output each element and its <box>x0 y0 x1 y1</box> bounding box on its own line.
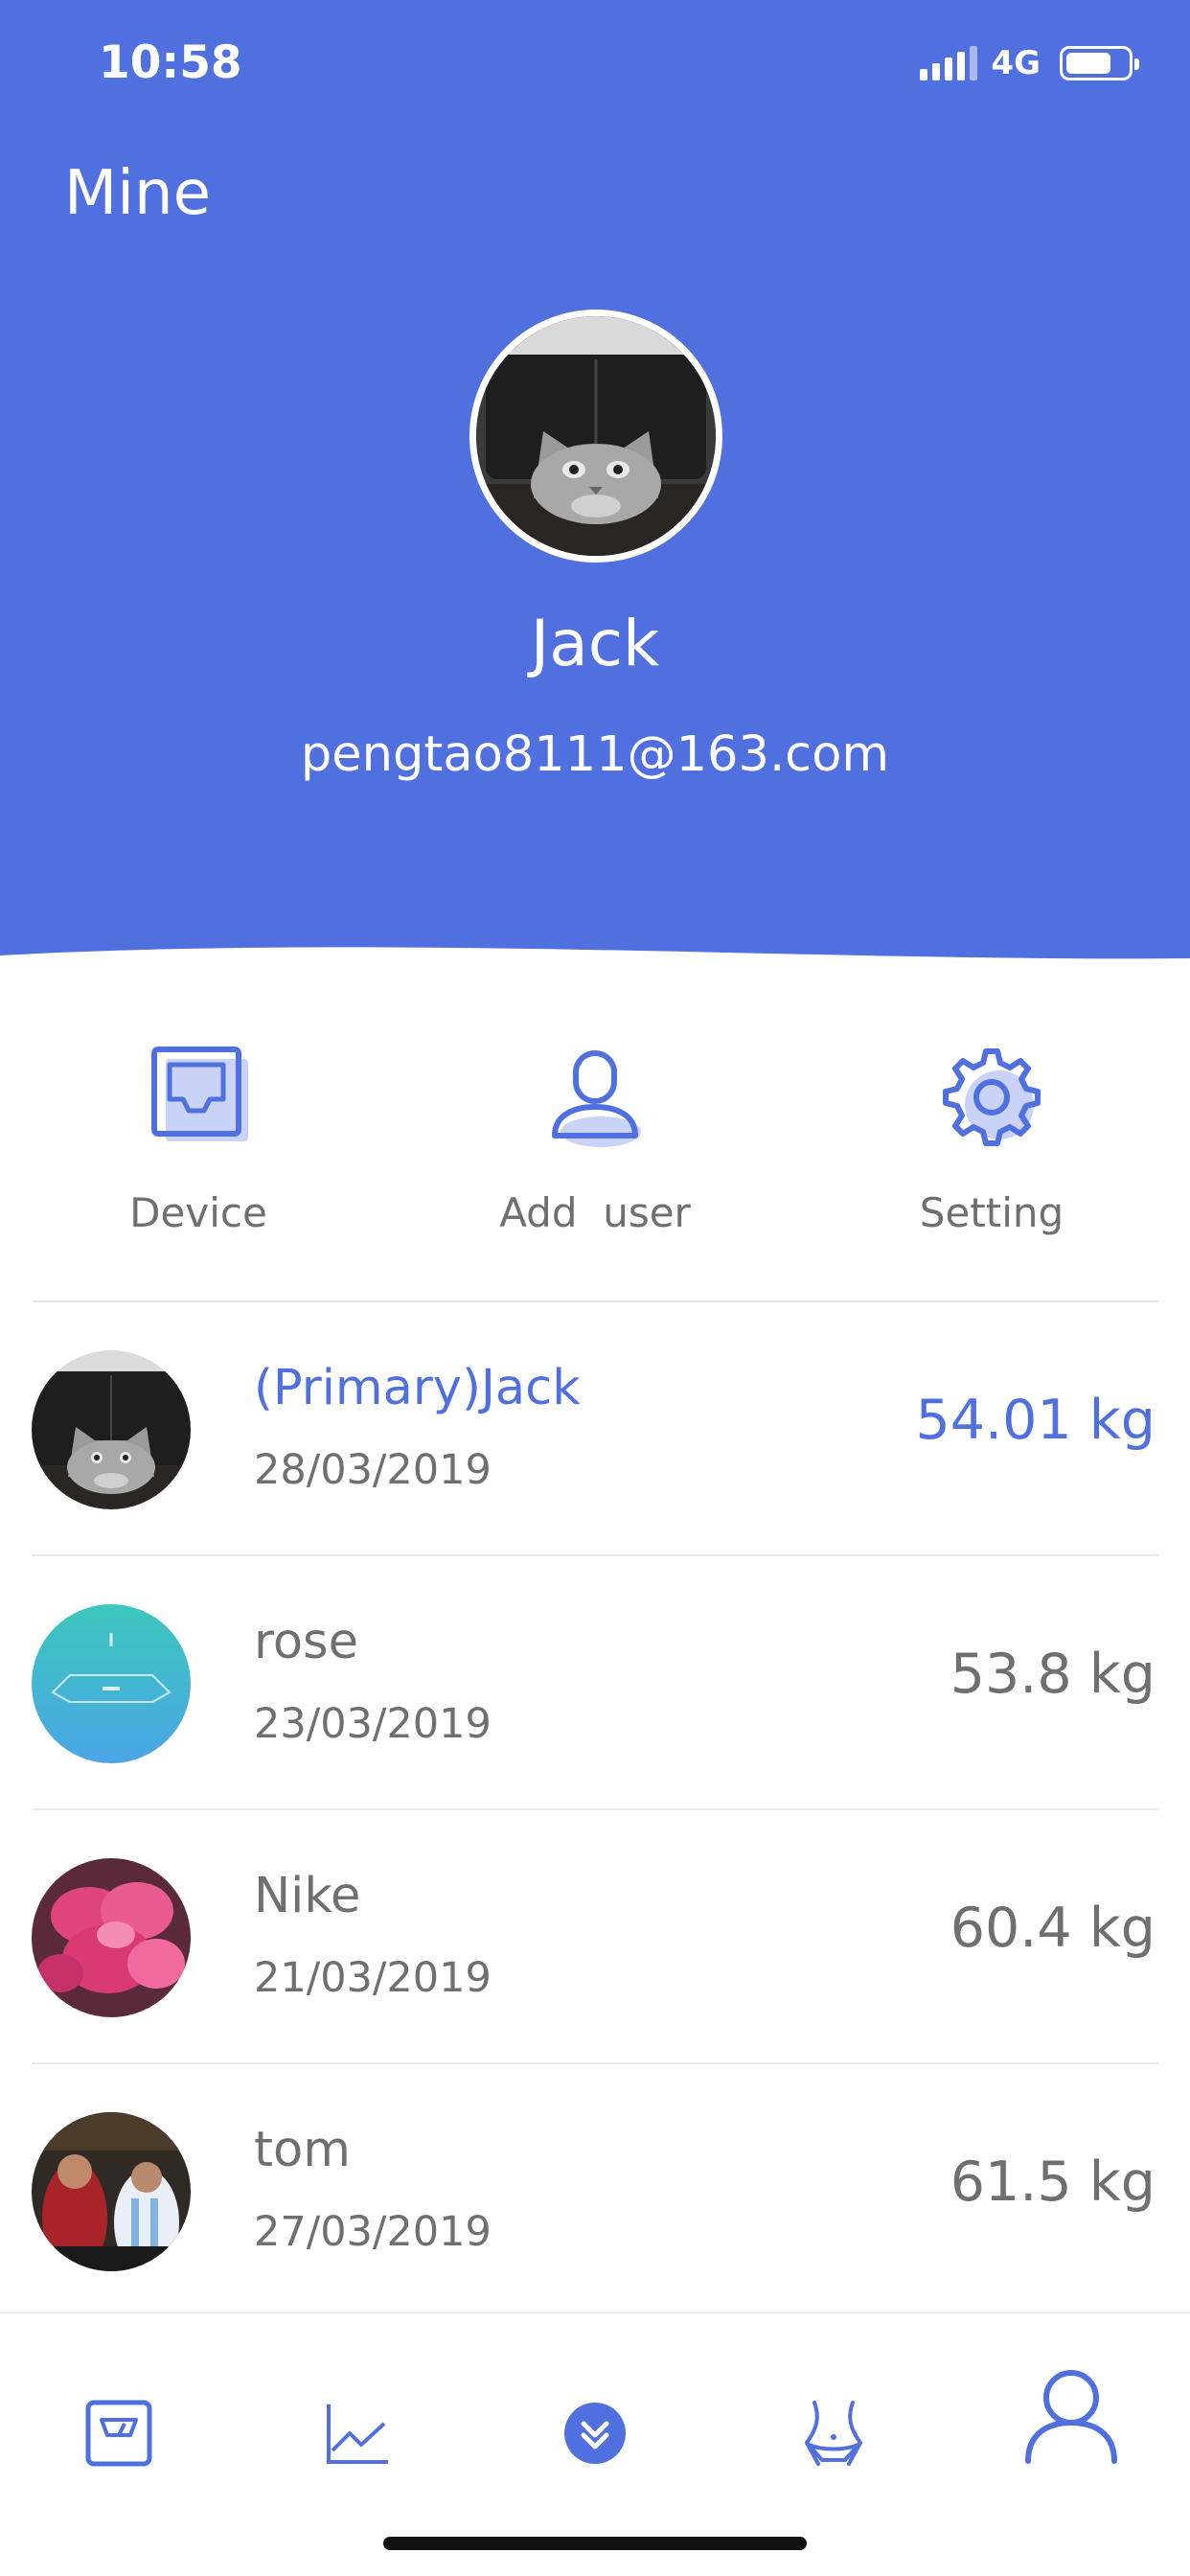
football-photo-icon <box>32 2112 191 2271</box>
status-indicators: 4G <box>920 44 1139 82</box>
avatar <box>32 2112 191 2271</box>
status-time: 10:58 <box>99 36 242 89</box>
user-row[interactable]: (Primary)Jack 28/03/2019 54.01 kg <box>0 1302 1190 1556</box>
user-weight: 53.8 kg <box>950 1643 1156 1706</box>
gear-icon <box>943 1048 1041 1146</box>
avatar <box>32 1350 191 1509</box>
profile-icon <box>1025 2370 1117 2464</box>
device-button[interactable]: Device <box>0 1040 397 1236</box>
user-weight: 60.4 kg <box>950 1897 1156 1960</box>
user-date: 21/03/2019 <box>254 1954 492 2002</box>
user-name: Nike <box>254 1868 361 1924</box>
profile-name: Jack <box>530 607 660 680</box>
home-indicator[interactable] <box>383 2537 807 2550</box>
cat-photo-icon <box>476 316 716 556</box>
user-weight: 54.01 kg <box>915 1389 1156 1452</box>
add-user-button[interactable]: Add user <box>397 1040 793 1236</box>
scale-photo-icon <box>32 1604 191 1763</box>
tab-scale[interactable] <box>66 2380 172 2486</box>
user-date: 28/03/2019 <box>254 1446 492 1494</box>
profile-header: 10:58 4G Mine Jack pengtao8111@163.com <box>0 0 1190 992</box>
page-title: Mine <box>64 158 211 229</box>
add-user-icon <box>552 1050 641 1147</box>
signal-icon <box>920 46 978 80</box>
device-label: Device <box>129 1189 267 1236</box>
user-date: 27/03/2019 <box>254 2208 492 2256</box>
network-label: 4G <box>991 44 1041 82</box>
add-user-label: Add user <box>499 1189 691 1236</box>
user-date: 23/03/2019 <box>254 1700 492 1748</box>
user-name: (Primary)Jack <box>254 1360 581 1416</box>
header-wave <box>0 947 1190 992</box>
setting-button[interactable]: Setting <box>793 1040 1190 1236</box>
flower-photo-icon <box>32 1858 191 2017</box>
tab-body[interactable] <box>781 2380 886 2486</box>
setting-label: Setting <box>919 1189 1064 1236</box>
double-chevron-icon <box>564 2403 626 2464</box>
chart-icon <box>327 2404 388 2464</box>
scale-icon <box>85 2400 152 2467</box>
tab-profile[interactable] <box>1018 2361 1124 2467</box>
battery-icon <box>1060 46 1139 80</box>
tab-measure[interactable] <box>542 2380 648 2486</box>
avatar <box>32 1604 191 1763</box>
profile-email: pengtao8111@163.com <box>300 726 890 783</box>
user-row[interactable]: Nike 21/03/2019 60.4 kg <box>0 1810 1190 2064</box>
tab-chart[interactable] <box>305 2380 410 2486</box>
device-icon <box>151 1046 248 1141</box>
user-row[interactable]: tom 27/03/2019 61.5 kg <box>0 2064 1190 2318</box>
body-icon <box>804 2401 863 2466</box>
user-name: rose <box>254 1614 358 1670</box>
cat-photo-icon <box>32 1350 191 1509</box>
user-name: tom <box>254 2122 351 2178</box>
user-row[interactable]: rose 23/03/2019 53.8 kg <box>0 1556 1190 1810</box>
avatar <box>32 1858 191 2017</box>
user-weight: 61.5 kg <box>950 2150 1156 2214</box>
profile-avatar[interactable] <box>469 310 722 563</box>
